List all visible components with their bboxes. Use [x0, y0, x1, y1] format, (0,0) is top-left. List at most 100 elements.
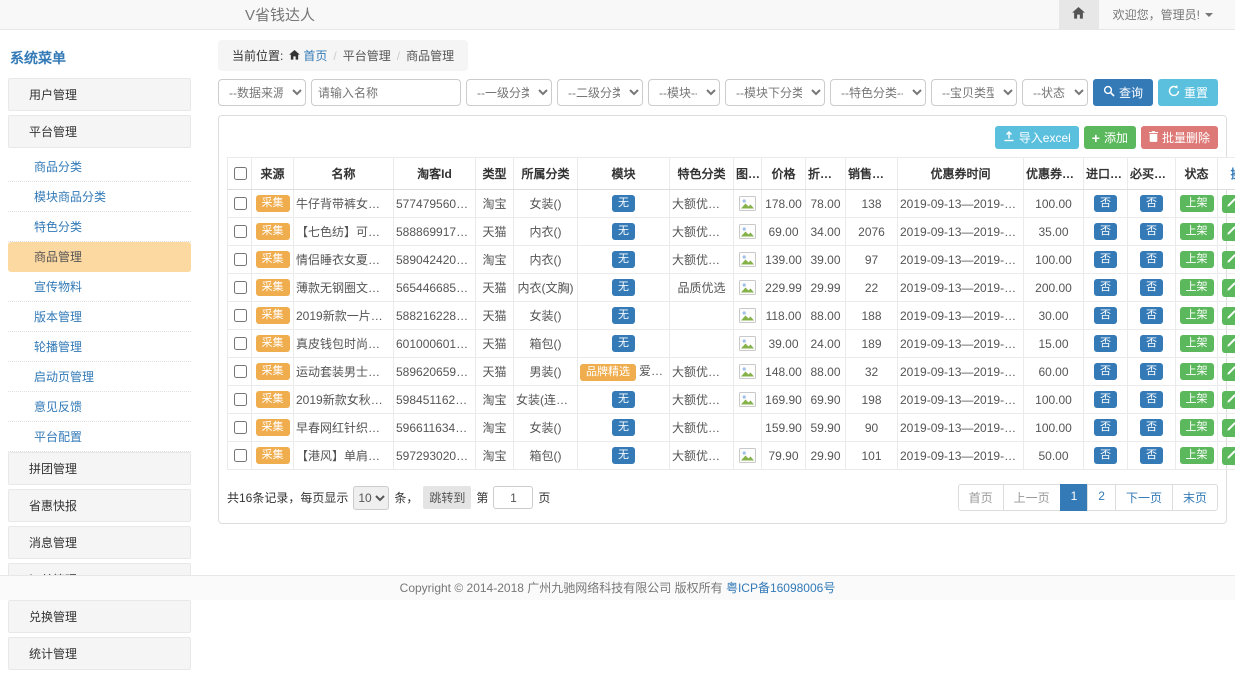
- row-checkbox[interactable]: [234, 225, 247, 238]
- module-select[interactable]: --模块--: [648, 79, 720, 106]
- add-button[interactable]: + 添加: [1084, 126, 1136, 149]
- edit-button[interactable]: [1222, 447, 1235, 465]
- sidebar-link-item[interactable]: 商品分类: [8, 152, 191, 182]
- import-optional-toggle[interactable]: 否: [1094, 279, 1117, 296]
- status-toggle[interactable]: 上架: [1180, 419, 1214, 436]
- must-buy-toggle[interactable]: 否: [1140, 195, 1163, 212]
- sidebar-section-item[interactable]: 用户管理: [8, 78, 191, 111]
- name-input[interactable]: [311, 79, 461, 106]
- import-optional-toggle[interactable]: 否: [1094, 419, 1117, 436]
- breadcrumb-home-link[interactable]: 首页: [289, 47, 327, 64]
- sidebar-link-item[interactable]: 轮播管理: [8, 332, 191, 362]
- sidebar-section-item[interactable]: 兑换管理: [8, 600, 191, 633]
- pager-item[interactable]: 上一页: [1003, 484, 1061, 511]
- import-optional-toggle[interactable]: 否: [1094, 335, 1117, 352]
- pager-item[interactable]: 下一页: [1115, 484, 1173, 511]
- pager-item[interactable]: 2: [1087, 484, 1116, 511]
- row-checkbox[interactable]: [234, 309, 247, 322]
- home-button[interactable]: [1059, 0, 1099, 29]
- batch-delete-button[interactable]: 批量删除: [1141, 126, 1218, 149]
- import-optional-cell: 否: [1084, 218, 1128, 246]
- item-type-select[interactable]: --宝贝类型--: [931, 79, 1017, 106]
- jump-button[interactable]: 跳转到: [423, 486, 471, 509]
- pager-item[interactable]: 首页: [958, 484, 1004, 511]
- row-checkbox[interactable]: [234, 281, 247, 294]
- row-checkbox[interactable]: [234, 449, 247, 462]
- edit-button[interactable]: [1222, 419, 1235, 437]
- edit-button[interactable]: [1222, 391, 1235, 409]
- edit-button[interactable]: [1222, 279, 1235, 297]
- row-checkbox[interactable]: [234, 253, 247, 266]
- sidebar-section-item[interactable]: 统计管理: [8, 637, 191, 670]
- sidebar-link-item[interactable]: 特色分类: [8, 212, 191, 242]
- data-source-select[interactable]: --数据来源--: [218, 79, 306, 106]
- must-buy-toggle[interactable]: 否: [1140, 251, 1163, 268]
- page-input[interactable]: [493, 486, 533, 509]
- row-checkbox[interactable]: [234, 365, 247, 378]
- sidebar-link-item[interactable]: 商品管理: [8, 242, 191, 272]
- sidebar-link-item[interactable]: 启动页管理: [8, 362, 191, 392]
- status-cell: 上架: [1176, 274, 1218, 302]
- status-toggle[interactable]: 上架: [1180, 251, 1214, 268]
- edit-button[interactable]: [1222, 335, 1235, 353]
- must-buy-toggle[interactable]: 否: [1140, 363, 1163, 380]
- status-toggle[interactable]: 上架: [1180, 307, 1214, 324]
- sidebar-link-item[interactable]: 模块商品分类: [8, 182, 191, 212]
- sidebar-link-item[interactable]: 宣传物料: [8, 272, 191, 302]
- select-all-checkbox[interactable]: [234, 167, 247, 180]
- level2-category-select[interactable]: --二级分类--: [557, 79, 643, 106]
- import-optional-toggle[interactable]: 否: [1094, 251, 1117, 268]
- must-buy-toggle[interactable]: 否: [1140, 223, 1163, 240]
- must-buy-toggle[interactable]: 否: [1140, 391, 1163, 408]
- must-buy-toggle[interactable]: 否: [1140, 419, 1163, 436]
- row-checkbox[interactable]: [234, 393, 247, 406]
- user-menu[interactable]: 欢迎您，管理员!: [1099, 6, 1235, 23]
- sidebar-section-item[interactable]: 省惠快报: [8, 489, 191, 522]
- sidebar-section-item[interactable]: 消息管理: [8, 526, 191, 559]
- feature-category-select[interactable]: --特色分类--: [830, 79, 926, 106]
- must-buy-toggle[interactable]: 否: [1140, 307, 1163, 324]
- status-toggle[interactable]: 上架: [1180, 391, 1214, 408]
- status-toggle[interactable]: 上架: [1180, 279, 1214, 296]
- must-buy-toggle[interactable]: 否: [1140, 447, 1163, 464]
- status-toggle[interactable]: 上架: [1180, 335, 1214, 352]
- row-checkbox[interactable]: [234, 197, 247, 210]
- import-optional-toggle[interactable]: 否: [1094, 195, 1117, 212]
- import-optional-toggle[interactable]: 否: [1094, 363, 1117, 380]
- sidebar-link-item[interactable]: 版本管理: [8, 302, 191, 332]
- import-optional-toggle[interactable]: 否: [1094, 391, 1117, 408]
- sidebar-section-item[interactable]: 拼团管理: [8, 452, 191, 485]
- status-select[interactable]: --状态--: [1022, 79, 1088, 106]
- must-buy-toggle[interactable]: 否: [1140, 279, 1163, 296]
- must-buy-toggle[interactable]: 否: [1140, 335, 1163, 352]
- edit-button[interactable]: [1222, 223, 1235, 241]
- import-optional-toggle[interactable]: 否: [1094, 307, 1117, 324]
- reset-button[interactable]: 重置: [1158, 79, 1218, 106]
- sidebar-link-item[interactable]: 意见反馈: [8, 392, 191, 422]
- search-button[interactable]: 查询: [1093, 79, 1153, 106]
- edit-button[interactable]: [1222, 307, 1235, 325]
- pager-item[interactable]: 末页: [1172, 484, 1218, 511]
- edit-button[interactable]: [1222, 195, 1235, 213]
- edit-button[interactable]: [1222, 251, 1235, 269]
- sidebar-section-item[interactable]: 平台管理: [8, 115, 191, 148]
- per-page-select[interactable]: 10: [353, 486, 389, 510]
- import-optional-toggle[interactable]: 否: [1094, 223, 1117, 240]
- pager-item[interactable]: 1: [1060, 484, 1089, 511]
- import-excel-button[interactable]: 导入excel: [995, 126, 1079, 149]
- breadcrumb-item: 商品管理: [406, 47, 454, 64]
- status-toggle[interactable]: 上架: [1180, 447, 1214, 464]
- status-toggle[interactable]: 上架: [1180, 195, 1214, 212]
- row-checkbox[interactable]: [234, 421, 247, 434]
- icp-link[interactable]: 粤ICP备16098006号: [726, 581, 835, 595]
- level1-category-select[interactable]: --一级分类: [466, 79, 552, 106]
- edit-button[interactable]: [1222, 363, 1235, 381]
- status-toggle[interactable]: 上架: [1180, 363, 1214, 380]
- feature-cell: 大额优惠券: [670, 414, 734, 442]
- module-subcategory-select[interactable]: --模块下分类--: [725, 79, 825, 106]
- edit-icon: [1226, 420, 1235, 435]
- status-toggle[interactable]: 上架: [1180, 223, 1214, 240]
- row-checkbox[interactable]: [234, 337, 247, 350]
- import-optional-toggle[interactable]: 否: [1094, 447, 1117, 464]
- sidebar-link-item[interactable]: 平台配置: [8, 422, 191, 452]
